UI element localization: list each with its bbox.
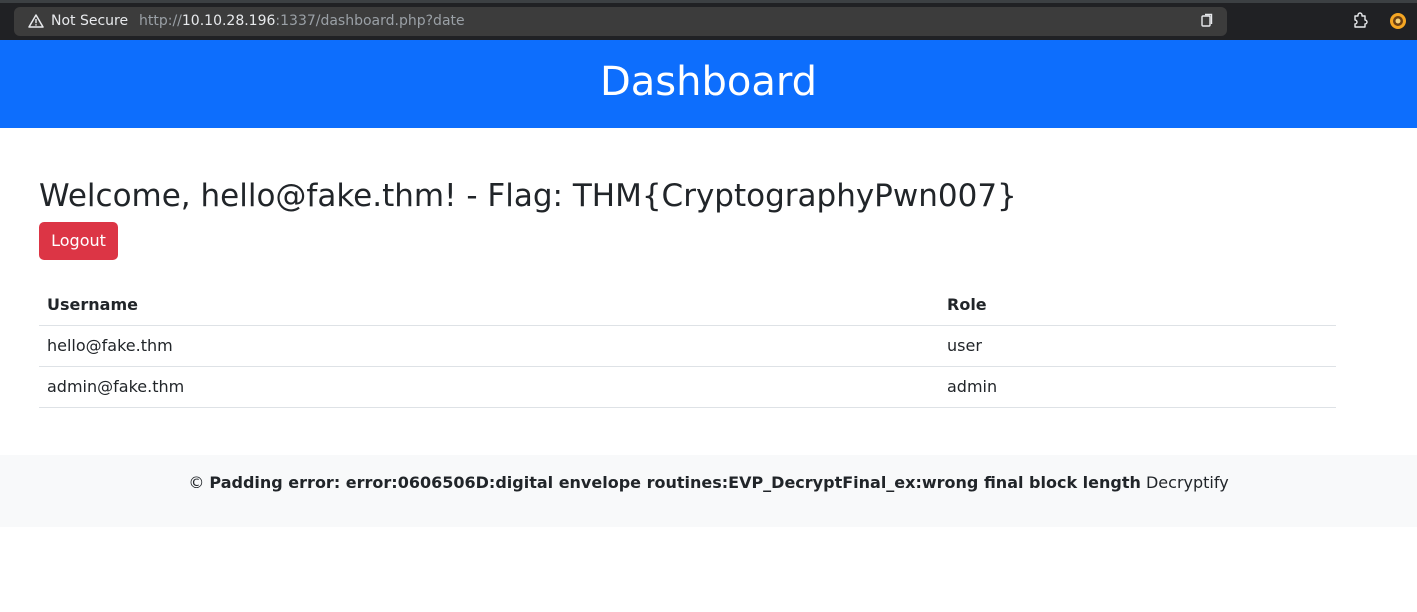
site-footer: © Padding error: error:0606506D:digital … <box>0 455 1417 527</box>
username-cell: hello@fake.thm <box>39 325 939 367</box>
column-header-username: Username <box>39 284 939 326</box>
page-title: Dashboard <box>599 59 817 105</box>
security-status-label[interactable]: Not Secure <box>51 11 128 31</box>
welcome-heading: Welcome, hello@fake.thm! - Flag: THM{Cry… <box>39 178 1017 214</box>
browser-toolbar: Not Secure http://10.10.28.196:1337/dash… <box>0 0 1417 40</box>
role-cell: user <box>939 325 1336 367</box>
site-header: Dashboard <box>0 40 1417 128</box>
url-scheme: http:// <box>139 13 182 29</box>
column-header-role: Role <box>939 284 1336 326</box>
url-path: :1337/dashboard.php?date <box>275 13 465 29</box>
warning-triangle-icon[interactable] <box>28 13 44 29</box>
role-cell: admin <box>939 366 1336 408</box>
users-table: Username Role hello@fake.thm user admin@… <box>39 284 1336 408</box>
copyright-symbol: © <box>188 473 205 492</box>
username-cell: admin@fake.thm <box>39 366 939 408</box>
url-host: 10.10.28.196 <box>181 13 276 29</box>
extension-puzzle-icon[interactable] <box>1351 12 1369 30</box>
browser-top-edge <box>0 0 1417 3</box>
footer-text: © Padding error: error:0606506D:digital … <box>0 455 1417 511</box>
table-row: hello@fake.thm user <box>39 325 1336 367</box>
table-header-row: Username Role <box>39 284 1336 326</box>
logout-button[interactable]: Logout <box>39 222 118 260</box>
reading-list-icon[interactable] <box>1199 13 1215 29</box>
padding-error-message: Padding error: error:0606506D:digital en… <box>209 473 1141 492</box>
table-row: admin@fake.thm admin <box>39 366 1336 408</box>
profile-avatar-icon[interactable] <box>1389 12 1407 30</box>
footer-brand: Decryptify <box>1145 473 1229 492</box>
address-url[interactable]: http://10.10.28.196:1337/dashboard.php?d… <box>139 11 465 31</box>
